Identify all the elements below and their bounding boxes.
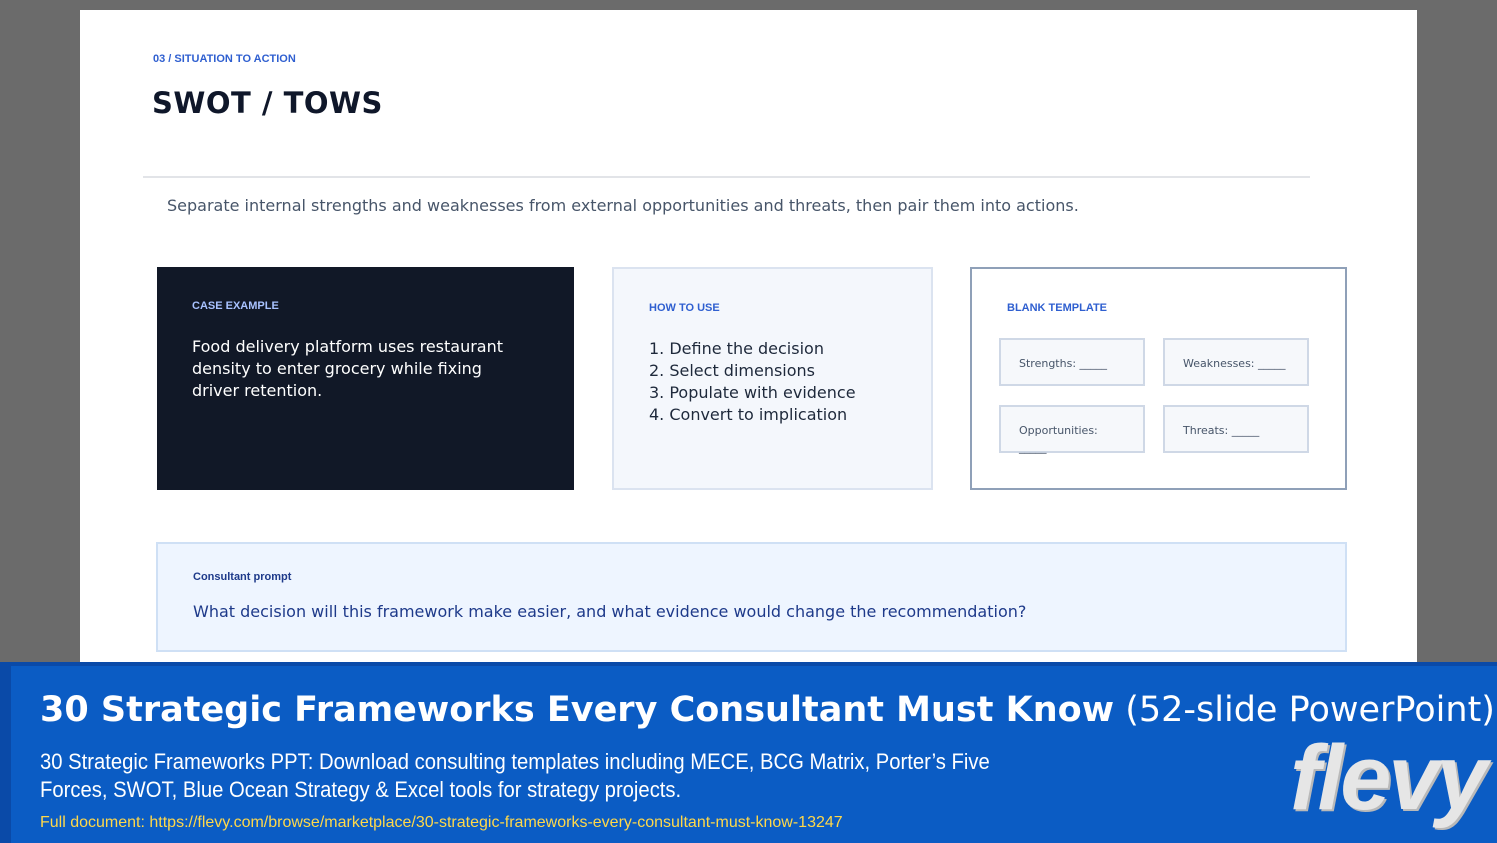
divider — [143, 176, 1310, 178]
banner-description: 30 Strategic Frameworks PPT: Download co… — [40, 749, 990, 802]
slide-title: SWOT / TOWS — [152, 86, 383, 120]
case-example-label: CASE EXAMPLE — [192, 300, 279, 312]
banner-title: 30 Strategic Frameworks Every Consultant… — [40, 690, 1495, 730]
flevy-logo: flevy — [1290, 727, 1488, 829]
threats-box: Threats: _____ — [1163, 405, 1309, 453]
blank-template-card: BLANK TEMPLATE Strengths: _____ Weakness… — [970, 267, 1347, 490]
weaknesses-box: Weaknesses: _____ — [1163, 338, 1309, 386]
case-example-card: CASE EXAMPLE Food delivery platform uses… — [157, 267, 574, 490]
step-item: 2. Select dimensions — [649, 361, 816, 380]
banner-title-light: (52-slide PowerPoint) — [1125, 690, 1495, 730]
section-kicker: 03 / SITUATION TO ACTION — [153, 53, 296, 65]
steps-list: 1. Define the decision 2. Select dimensi… — [649, 338, 856, 426]
document-banner: 30 Strategic Frameworks Every Consultant… — [0, 662, 1497, 843]
slide: 03 / SITUATION TO ACTION SWOT / TOWS Sep… — [80, 10, 1417, 670]
blank-template-label: BLANK TEMPLATE — [1007, 302, 1108, 314]
document-link[interactable]: Full document: https://flevy.com/browse/… — [40, 814, 843, 832]
step-item: 3. Populate with evidence — [649, 383, 856, 402]
step-item: 4. Convert to implication — [649, 405, 848, 424]
opportunities-box: Opportunities: _____ — [999, 405, 1145, 454]
banner-edge — [0, 662, 11, 843]
banner-title-bold: 30 Strategic Frameworks Every Consultant… — [40, 690, 1115, 730]
how-to-use-label: HOW TO USE — [649, 302, 720, 314]
prompt-text: What decision will this framework make e… — [193, 602, 1027, 621]
step-item: 1. Define the decision — [649, 339, 824, 358]
prompt-label: Consultant prompt — [193, 571, 292, 583]
strengths-box: Strengths: _____ — [999, 338, 1145, 386]
consultant-prompt-box: Consultant prompt What decision will thi… — [156, 542, 1347, 652]
intro-text: Separate internal strengths and weakness… — [167, 196, 1079, 215]
case-example-text: Food delivery platform uses restaurant d… — [192, 337, 504, 400]
how-to-use-card: HOW TO USE 1. Define the decision 2. Sel… — [612, 267, 933, 490]
